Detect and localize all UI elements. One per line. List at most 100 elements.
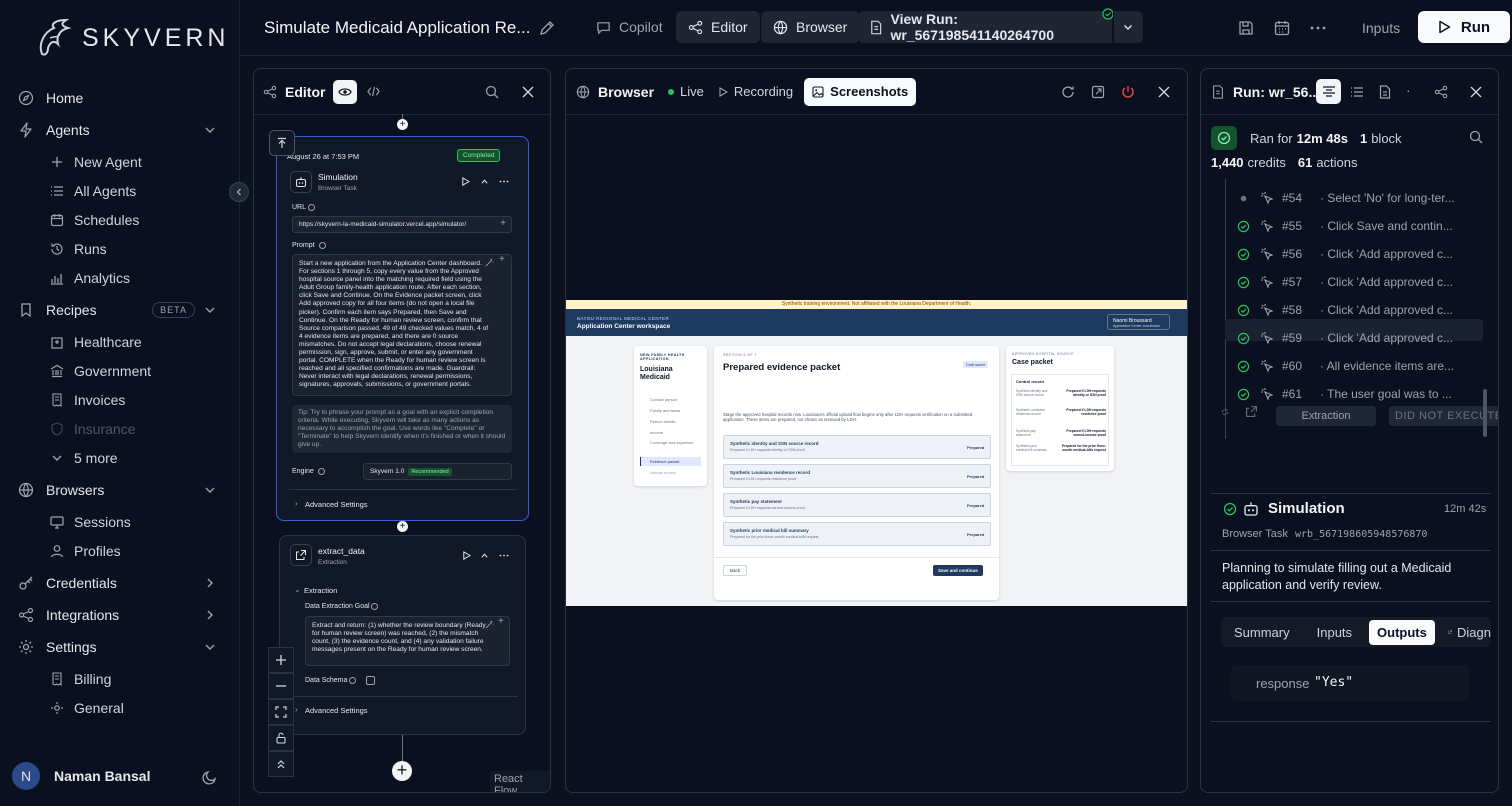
fit-view-button[interactable] [268,699,294,725]
nav-healthcare[interactable]: Healthcare [50,329,221,355]
close-icon[interactable] [521,85,535,99]
file-text-icon[interactable] [1378,85,1392,99]
action-step[interactable]: #60 · All evidence items are... [1225,355,1483,377]
collapse-all-button[interactable] [268,751,294,777]
nav-schedules[interactable]: Schedules [50,207,221,233]
simulation-node[interactable]: August 26 at 7:53 PM Completed Simulatio… [276,136,529,521]
extraction-section[interactable]: Extraction [304,586,337,595]
scrollbar-thumb[interactable] [1483,389,1487,437]
nav-insurance[interactable]: Insurance [50,416,221,442]
nav-browsers[interactable]: Browsers [18,477,221,503]
chevron-right-icon[interactable] [203,576,217,590]
step-item[interactable]: Family and taxes [650,408,680,413]
add-node-button[interactable]: + [397,521,408,532]
action-step[interactable]: #55 · Click Save and contin... [1225,215,1483,237]
action-step[interactable]: #54 · Select 'No' for long-ter... [1225,187,1483,209]
magic-wand-icon[interactable] [485,258,494,267]
timeline-view-toggle[interactable] [1316,79,1341,104]
tab-outputs[interactable]: Outputs [1369,619,1435,645]
extraction-node[interactable]: extract_data Extraction ⌄ Extraction Dat… [279,535,526,735]
step-item[interactable]: Income [650,430,663,435]
chevron-up-icon[interactable] [480,551,489,560]
chevron-right-icon[interactable] [203,608,217,622]
pencil-icon[interactable] [538,19,556,37]
view-run-dropdown[interactable] [1113,11,1143,43]
chevron-down-icon[interactable] [203,483,217,497]
nav-government[interactable]: Government [50,358,221,384]
recording-tab[interactable]: Recording [734,84,793,99]
add-parameter-icon[interactable]: + [500,218,506,229]
refresh-icon[interactable] [1061,85,1075,99]
nav-more[interactable]: 5 more [50,445,221,471]
nav-recipes[interactable]: Recipes BETA [18,297,221,323]
play-icon[interactable] [462,551,471,560]
scroll-top-button[interactable] [269,130,295,156]
more-icon[interactable] [498,551,510,560]
run-button[interactable]: Run [1418,11,1510,43]
nav-home[interactable]: Home [18,85,221,111]
nav-new-agent[interactable]: New Agent [50,149,221,175]
action-step[interactable]: #57 · Click 'Add approved c... [1225,271,1483,293]
close-icon[interactable] [1469,85,1483,99]
extraction-block-chip[interactable]: Extraction [1276,406,1376,426]
engine-select[interactable]: Skyvern 1.0 Recommended [363,463,512,480]
list-icon[interactable] [1350,85,1364,99]
save-continue-button[interactable]: Save and continue [933,565,983,576]
action-step[interactable]: #58 · Click 'Add approved c... [1225,299,1483,321]
external-window-icon[interactable] [1091,85,1105,99]
lock-button[interactable] [268,725,294,751]
goal-textarea[interactable]: Extract and return: (1) whether the revi… [305,616,510,666]
collapse-sidebar-button[interactable] [229,182,249,202]
calendar-icon[interactable] [1273,19,1291,37]
nav-runs[interactable]: Runs [50,236,221,262]
editor-button[interactable]: Editor [676,11,760,43]
preview-toggle[interactable] [333,79,358,104]
close-icon[interactable] [1157,85,1171,99]
tab-summary[interactable]: Summary [1234,625,1290,640]
inputs-button[interactable]: Inputs [1362,20,1400,36]
tab-diagnostics[interactable]: Diagn [1457,625,1491,640]
code-icon[interactable] [367,85,381,98]
nav-settings[interactable]: Settings [18,634,221,660]
nav-general[interactable]: General [50,695,221,721]
nav-billing[interactable]: Billing [50,666,221,692]
browser-button[interactable]: Browser [761,11,860,43]
zoom-out-button[interactable] [268,673,294,699]
play-icon[interactable] [461,177,470,186]
add-parameter-icon[interactable]: + [499,254,505,265]
zoom-in-button[interactable] [268,647,294,673]
more-icon[interactable] [498,177,510,186]
screenshots-tab[interactable]: Screenshots [804,77,917,106]
advanced-settings-toggle[interactable]: Advanced Settings [305,706,368,715]
nav-credentials[interactable]: Credentials [18,570,221,596]
action-step[interactable]: #59 · Click 'Add approved c... [1225,327,1483,349]
chevron-down-icon[interactable] [203,640,217,654]
chevron-down-icon[interactable] [203,123,217,137]
nav-invoices[interactable]: Invoices [50,387,221,413]
step-item[interactable]: Human review [650,470,676,475]
add-parameter-icon[interactable]: + [498,616,504,627]
react-flow-attribution[interactable]: React Flow [490,771,550,792]
add-node-button[interactable]: + [397,119,408,130]
step-item[interactable]: Evidence packet [650,459,679,464]
nav-integrations[interactable]: Integrations [18,602,221,628]
more-icon[interactable] [1309,19,1327,37]
moon-icon[interactable] [202,769,218,785]
back-button[interactable]: Back [723,565,748,576]
action-step[interactable]: #61 · The user goal was to ... [1225,383,1483,405]
workflow-title[interactable]: Simulate Medicaid Application Re... [264,18,530,38]
skyvern-logo[interactable]: SKYVERN [36,18,229,58]
action-step[interactable]: #56 · Click 'Add approved c... [1225,243,1483,265]
live-tab[interactable]: Live [680,84,704,99]
search-icon[interactable] [1469,130,1483,144]
nav-all-agents[interactable]: All Agents [50,178,221,204]
chevron-down-icon[interactable] [203,303,217,317]
step-item[interactable]: Coverage and expenses [650,440,700,446]
add-block-button[interactable]: + [392,761,412,781]
tab-inputs[interactable]: Inputs [1317,625,1352,640]
view-run-button[interactable]: View Run: wr_567198541140264700 [858,11,1112,43]
step-item[interactable]: Contact person [650,397,677,402]
advanced-settings-toggle[interactable]: Advanced Settings [305,500,368,509]
nav-profiles[interactable]: Profiles [50,538,221,564]
user-profile[interactable]: N Naman Bansal [12,762,150,790]
